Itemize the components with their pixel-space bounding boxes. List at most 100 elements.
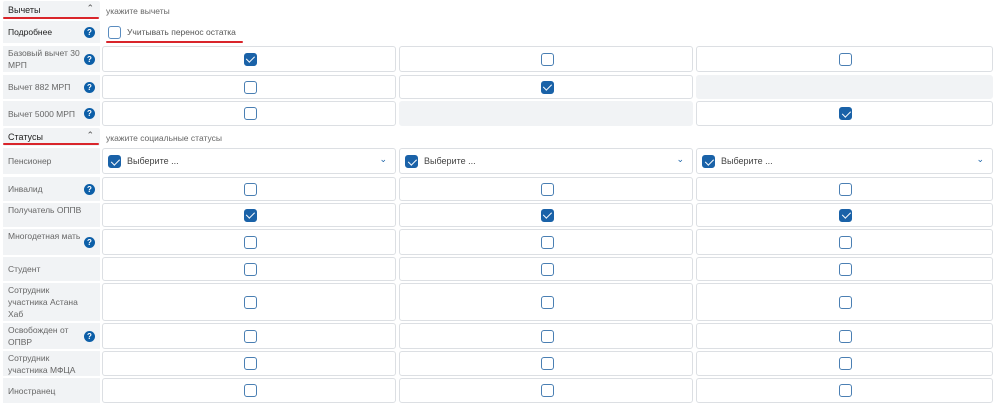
status-cell[interactable] [399,203,693,227]
status-cell[interactable] [102,257,396,281]
status-checkbox[interactable] [540,357,554,370]
status-checkbox[interactable] [243,235,257,249]
chevron-down-icon[interactable]: ⌄ [976,154,984,165]
pensioner-select-text: Выберите ... [721,156,773,166]
deduction-checkbox[interactable] [839,107,852,120]
chevron-up-icon[interactable]: ⌃ [86,3,94,14]
status-checkbox[interactable] [243,329,257,343]
status-checkbox[interactable] [243,295,257,309]
deduction-checkbox[interactable] [540,80,554,94]
carry-over-checkbox[interactable] [108,26,121,39]
pensioner-checkbox-2[interactable] [405,155,418,168]
deduction-cell[interactable] [102,101,396,126]
status-checkbox[interactable] [243,182,257,196]
pensioner-select-text: Выберите ... [127,156,179,166]
status-checkbox[interactable] [540,329,554,343]
deduction-checkbox[interactable] [243,52,257,66]
status-cell[interactable] [696,177,993,201]
deduction-cell[interactable] [399,75,693,99]
deduction-checkbox[interactable] [839,52,852,66]
status-cell[interactable] [399,177,693,201]
status-label: Студент [8,264,41,274]
status-checkbox[interactable] [839,384,852,397]
pensioner-checkbox-1[interactable] [108,155,121,168]
statuses-hint: укажите социальные статусы [106,133,222,143]
deduction-cell[interactable] [102,46,396,72]
deduction-label: Вычет 882 МРП [8,82,71,92]
status-checkbox[interactable] [243,208,257,222]
question-circle-icon[interactable]: ? [84,53,95,65]
status-cell[interactable] [102,351,396,376]
status-checkbox[interactable] [243,262,257,276]
deductions-title: Вычеты [8,5,41,15]
status-cell[interactable] [696,323,993,349]
status-cell[interactable] [399,229,693,255]
status-checkbox[interactable] [540,262,554,276]
status-cell[interactable] [102,177,396,201]
status-checkbox[interactable] [839,295,852,309]
status-checkbox[interactable] [839,182,852,196]
question-circle-icon[interactable]: ? [84,108,95,119]
status-cell[interactable] [696,203,993,227]
deduction-checkbox[interactable] [540,52,554,66]
status-cell[interactable] [696,229,993,255]
chevron-up-icon[interactable]: ⌃ [86,130,94,141]
status-checkbox[interactable] [839,329,852,343]
status-cell[interactable] [102,378,396,403]
pensioner-checkbox-3[interactable] [702,155,715,168]
status-checkbox[interactable] [540,208,554,222]
deductions-hint: укажите вычеты [106,6,170,16]
pensioner-select-2[interactable]: Выберите ... ⌄ [399,148,693,174]
status-label: Сотрудник участника МФЦА [8,353,76,375]
status-checkbox[interactable] [243,357,257,370]
status-cell[interactable] [399,323,693,349]
deduction-cell[interactable] [696,46,993,72]
question-circle-icon[interactable]: ? [84,330,95,342]
status-cell[interactable] [696,283,993,321]
question-circle-icon[interactable]: ? [84,27,95,38]
details-label: Подробнее [8,27,53,37]
status-cell[interactable] [102,323,396,349]
status-cell[interactable] [399,351,693,376]
status-cell[interactable] [102,203,396,227]
pensioner-select-1[interactable]: Выберите ... ⌄ [102,148,396,174]
status-cell[interactable] [102,283,396,321]
status-checkbox[interactable] [839,208,852,222]
status-checkbox[interactable] [839,357,852,370]
deduction-row-label: Базовый вычет 30 МРП? [3,46,100,72]
chevron-down-icon[interactable]: ⌄ [379,154,387,165]
status-row-label: Студент [3,257,100,281]
chevron-down-icon[interactable]: ⌄ [676,154,684,165]
status-cell[interactable] [696,257,993,281]
status-label: Освобожден от ОПВР [8,325,69,347]
status-row-label: Получатель ОППВ [3,203,100,227]
deduction-cell[interactable] [102,75,396,99]
status-checkbox[interactable] [540,384,554,397]
status-checkbox[interactable] [839,235,852,249]
status-checkbox[interactable] [540,182,554,196]
status-cell[interactable] [696,351,993,376]
pensioner-row: Пенсионер [3,148,100,174]
pensioner-select-3[interactable]: Выберите ... ⌄ [696,148,993,174]
deduction-label: Базовый вычет 30 МРП [8,48,80,70]
status-checkbox[interactable] [540,235,554,249]
status-checkbox[interactable] [540,295,554,309]
deduction-checkbox[interactable] [243,107,257,120]
statuses-title: Статусы [8,132,43,142]
status-cell[interactable] [399,257,693,281]
question-circle-icon[interactable]: ? [84,236,95,248]
status-cell[interactable] [696,378,993,403]
deduction-cell[interactable] [399,46,693,72]
status-cell[interactable] [399,378,693,403]
status-cell[interactable] [102,229,396,255]
deduction-cell[interactable] [696,101,993,126]
status-cell[interactable] [399,283,693,321]
deduction-checkbox[interactable] [243,80,257,94]
details-row: Подробнее ? [3,21,100,43]
question-circle-icon[interactable]: ? [84,183,95,195]
deduction-cell [696,75,993,99]
status-checkbox[interactable] [243,384,257,397]
question-circle-icon[interactable]: ? [84,81,95,93]
statuses-underline [3,143,99,145]
status-checkbox[interactable] [839,262,852,276]
